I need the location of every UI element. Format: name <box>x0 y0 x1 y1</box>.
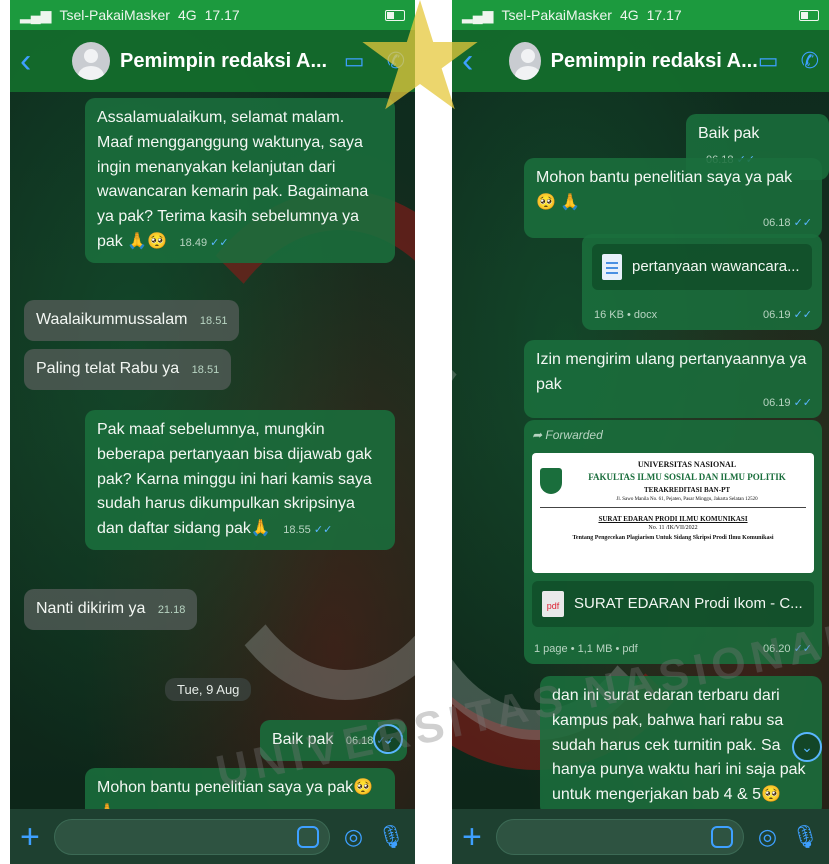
scroll-down-button[interactable]: ⌄ <box>792 732 822 762</box>
message-text: Assalamualaikum, selamat malam. Maaf men… <box>97 109 369 250</box>
message-time: 06.18 ✓✓ <box>762 216 812 229</box>
message-text: Baik pak <box>698 125 760 142</box>
microphone-icon[interactable]: 🎙 <box>791 824 819 850</box>
carrier-name: Tsel-PakaiMasker <box>59 7 170 23</box>
read-ticks-icon: ✓✓ <box>793 308 812 321</box>
scroll-down-button[interactable]: ⌄ <box>373 724 403 754</box>
chat-header: ‹ Pemimpin redaksi A... ▭ ✆ <box>10 30 415 92</box>
composer-bar: + ◎ 🎙 <box>452 809 829 864</box>
message-time: 06.19 ✓✓ <box>762 308 812 321</box>
pdf-meta: 1 page • 1,1 MB • pdf <box>534 642 638 655</box>
preview-address: Jl. Sawo Manila No. 61, Pejaten, Pasar M… <box>616 496 758 502</box>
chat-screenshot-left: ▂▄▆ Tsel-PakaiMasker 4G 17.17 ‹ Pemimpin… <box>10 0 415 864</box>
read-ticks-icon: ✓✓ <box>210 236 229 249</box>
message-text: Izin mengirim ulang pertanyaannya ya pak <box>536 351 807 393</box>
video-call-icon[interactable]: ▭ <box>344 48 365 74</box>
message-input[interactable] <box>495 818 744 855</box>
pdf-name: SURAT EDARAN Prodi Ikom - C... <box>574 594 803 612</box>
document-meta: 16 KB • docx <box>594 308 658 321</box>
document-attachment[interactable]: pertanyaan wawancara... <box>592 244 812 290</box>
clock-time: 17.17 <box>204 7 240 23</box>
message-bubble[interactable]: Mohon bantu penelitian saya ya pak🥺 🙏 06… <box>524 158 822 238</box>
pdf-attachment[interactable]: pdf SURAT EDARAN Prodi Ikom - C... <box>532 580 814 627</box>
carrier-name: Tsel-PakaiMasker <box>501 7 612 23</box>
clock-time: 17.17 <box>646 7 682 23</box>
network-type: 4G <box>177 7 197 23</box>
message-time: 06.20 ✓✓ <box>762 642 812 655</box>
sticker-icon[interactable] <box>710 825 733 848</box>
message-list[interactable]: Baik pak 06.18 ✓✓ Mohon bantu penelitian… <box>452 92 829 816</box>
read-ticks-icon: ✓✓ <box>793 396 812 409</box>
document-icon <box>602 254 622 280</box>
signal-icon: ▂▄▆ <box>462 6 494 23</box>
avatar[interactable] <box>509 42 541 80</box>
back-chevron-icon[interactable]: ‹ <box>20 44 50 78</box>
battery-icon <box>799 9 819 21</box>
message-list[interactable]: Assalamualaikum, selamat malam. Maaf men… <box>10 92 415 834</box>
contact-name[interactable]: Pemimpin redaksi A... <box>120 50 327 73</box>
composer-bar: + ◎ 🎙 <box>10 809 415 864</box>
message-time: 18.51 <box>191 364 220 376</box>
status-bar: ▂▄▆ Tsel-PakaiMasker 4G 17.17 <box>10 0 415 30</box>
preview-heading: SURAT EDARAN PRODI ILMU KOMUNIKASI <box>598 514 748 523</box>
preview-university: UNIVERSITAS NASIONAL <box>637 459 737 469</box>
avatar[interactable] <box>72 42 110 80</box>
status-bar: ▂▄▆ Tsel-PakaiMasker 4G 17.17 <box>452 0 829 30</box>
battery-icon <box>385 9 405 21</box>
read-ticks-icon: ✓✓ <box>313 524 333 537</box>
battery-indicator <box>799 9 819 21</box>
university-logo <box>540 468 562 495</box>
preview-faculty: FAKULTAS ILMU SOSIAL DAN ILMU POLITIK <box>588 471 786 482</box>
forwarded-pdf-message[interactable]: ➦ Forwarded UNIVERSITAS NASIONAL FAKULTA… <box>524 420 822 664</box>
message-bubble[interactable]: dan ini surat edaran terbaru dari kampus… <box>540 676 822 816</box>
message-text: Baik pak <box>272 731 334 748</box>
forward-arrow-icon: ➦ <box>532 428 543 442</box>
read-ticks-icon: ✓✓ <box>793 216 812 229</box>
message-text: dan ini surat edaran terbaru dari kampus… <box>552 687 806 804</box>
message-time: 06.19 ✓✓ <box>762 396 812 409</box>
signal-icon: ▂▄▆ <box>20 6 52 23</box>
attach-plus-icon[interactable]: + <box>462 820 482 854</box>
message-time: 18.55 ✓✓ <box>283 524 333 537</box>
pdf-preview[interactable]: UNIVERSITAS NASIONAL FAKULTAS ILMU SOSIA… <box>532 452 814 573</box>
chevron-down-icon: ⌄ <box>801 738 813 755</box>
camera-icon[interactable]: ◎ <box>344 824 363 850</box>
preview-accreditation: TERAKREDITASI BAN-PT <box>643 485 731 494</box>
document-message[interactable]: pertanyaan wawancara... 16 KB • docx 06.… <box>582 234 822 330</box>
message-input[interactable] <box>53 818 330 855</box>
message-text: Mohon bantu penelitian saya ya pak🥺 🙏 <box>536 169 793 211</box>
forwarded-label: ➦ Forwarded <box>532 428 603 442</box>
message-time: 18.51 <box>199 315 228 327</box>
message-text: Pak maaf sebelumnya, mungkin beberapa pe… <box>97 421 372 538</box>
message-bubble[interactable]: Paling telat Rabu ya 18.51 <box>24 349 232 390</box>
message-text: Nanti dikirim ya <box>36 600 146 617</box>
message-time: 18.49 ✓✓ <box>179 236 229 249</box>
chevron-down-icon: ⌄ <box>382 730 394 747</box>
phone-call-icon[interactable]: ✆ <box>801 48 819 74</box>
microphone-icon[interactable]: 🎙 <box>377 824 405 850</box>
message-time: 21.18 <box>157 604 186 616</box>
message-bubble[interactable]: Assalamualaikum, selamat malam. Maaf men… <box>85 98 395 263</box>
message-bubble[interactable]: Pak maaf sebelumnya, mungkin beberapa pe… <box>85 410 395 550</box>
message-text: Paling telat Rabu ya <box>36 360 180 377</box>
contact-name[interactable]: Pemimpin redaksi A... <box>551 50 758 73</box>
battery-indicator <box>385 9 405 21</box>
message-text: Waalaikummussalam <box>36 311 188 328</box>
document-name: pertanyaan wawancara... <box>632 258 800 276</box>
preview-subject: Tentang Pengecekan Plagiarism Untuk Sida… <box>572 534 774 541</box>
message-bubble[interactable]: Izin mengirim ulang pertanyaannya ya pak… <box>524 340 822 418</box>
date-chip: Tue, 9 Aug <box>165 678 252 701</box>
video-call-icon[interactable]: ▭ <box>758 48 779 74</box>
message-bubble[interactable]: Waalaikummussalam 18.51 <box>24 300 240 341</box>
read-ticks-icon: ✓✓ <box>793 642 812 655</box>
chat-screenshot-right: ▂▄▆ Tsel-PakaiMasker 4G 17.17 ‹ Pemimpin… <box>452 0 829 864</box>
network-type: 4G <box>619 7 639 23</box>
message-bubble[interactable]: Nanti dikirim ya 21.18 <box>24 589 198 630</box>
attach-plus-icon[interactable]: + <box>20 820 40 854</box>
pdf-file-icon: pdf <box>542 590 564 617</box>
camera-icon[interactable]: ◎ <box>758 824 777 850</box>
preview-number: No. 11 /IK/VII/2022 <box>648 525 698 532</box>
sticker-icon[interactable] <box>296 825 319 848</box>
chat-header: ‹ Pemimpin redaksi A... ▭ ✆ <box>452 30 829 92</box>
